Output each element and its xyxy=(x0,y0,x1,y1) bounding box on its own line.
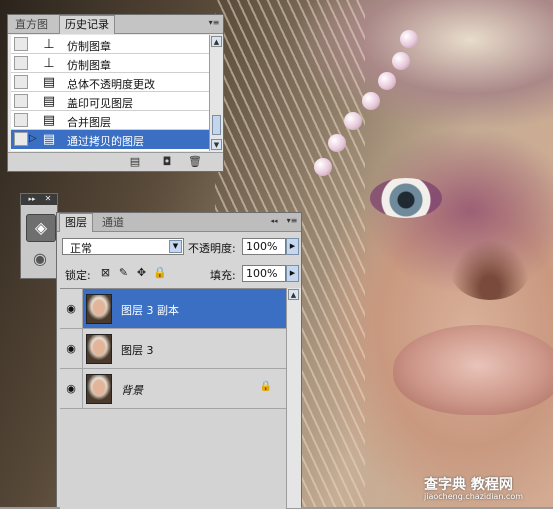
pearl xyxy=(344,112,362,130)
clone-stamp-icon: ⊥ xyxy=(43,56,55,71)
layer-name[interactable]: 图层 3 xyxy=(121,342,154,358)
lock-position-icon[interactable]: ✥ xyxy=(135,266,148,279)
clone-stamp-icon: ⊥ xyxy=(43,37,55,52)
fill-slider-toggle-icon[interactable]: ▶ xyxy=(286,265,299,282)
panel-menu-icon[interactable]: ▾≡ xyxy=(207,17,221,29)
panel-dock-strip: ▸▸ ✕ ◈ ◉ xyxy=(20,193,58,279)
pearl xyxy=(362,92,380,110)
history-item-label: 通过拷贝的图层 xyxy=(67,135,144,148)
history-item[interactable]: ▤ 总体不透明度更改 xyxy=(11,73,209,92)
pearl xyxy=(392,52,410,70)
history-state-marker-icon[interactable]: ▷ xyxy=(29,133,37,144)
scroll-down-icon[interactable]: ▼ xyxy=(211,139,222,150)
pearl xyxy=(314,158,332,176)
history-footer: ▤ ◘ 🗑 xyxy=(8,152,223,171)
fill-label: 填充: xyxy=(210,269,236,282)
scroll-thumb[interactable] xyxy=(212,115,221,135)
history-list: ⊥ 仿制图章 ⊥ 仿制图章 ▤ 总体不透明度更改 ▤ 盖印可见图层 ▤ 合并图层… xyxy=(11,35,209,151)
opacity-label: 不透明度: xyxy=(188,242,236,255)
blend-mode-value: 正常 xyxy=(70,242,92,255)
layers-scrollbar[interactable]: ▲ xyxy=(286,288,301,508)
history-item[interactable]: ⊥ 仿制图章 xyxy=(11,35,209,54)
opacity-input[interactable]: 100% xyxy=(242,238,286,255)
history-state-icon: ▤ xyxy=(42,75,56,90)
close-icon[interactable]: ✕ xyxy=(41,193,55,205)
lock-transparent-icon[interactable]: ⊠ xyxy=(99,266,112,279)
history-state-icon: ▤ xyxy=(42,94,56,109)
blend-mode-select[interactable]: 正常 ▼ xyxy=(62,238,184,255)
scroll-up-icon[interactable]: ▲ xyxy=(211,36,222,47)
history-state-icon: ▤ xyxy=(42,113,56,128)
layer-name[interactable]: 图层 3 副本 xyxy=(121,302,179,318)
layer-row-selected[interactable]: ◉ 图层 3 副本 xyxy=(60,289,286,329)
history-item[interactable]: ⊥ 仿制图章 xyxy=(11,54,209,73)
history-state-icon: ▤ xyxy=(42,132,56,147)
history-panel: 直方图 历史记录 ▾≡ ⊥ 仿制图章 ⊥ 仿制图章 ▤ 总体不透明度更改 ▤ 盖… xyxy=(7,14,224,172)
layers-tabbar: 图层 通道 ◂◂ ▾≡ xyxy=(57,213,301,232)
scroll-up-icon[interactable]: ▲ xyxy=(288,289,299,300)
chevron-down-icon[interactable]: ▼ xyxy=(169,240,182,253)
opacity-slider-toggle-icon[interactable]: ▶ xyxy=(286,238,299,255)
eye-icon[interactable]: ◉ xyxy=(60,369,83,408)
snapshot-source-checkbox[interactable] xyxy=(14,94,28,108)
pearl xyxy=(400,30,418,48)
history-scrollbar[interactable]: ▲ ▼ xyxy=(209,35,223,151)
tab-layers[interactable]: 图层 xyxy=(59,213,93,232)
history-item-label: 合并图层 xyxy=(67,116,111,129)
eye-icon[interactable]: ◉ xyxy=(60,329,83,368)
lock-image-icon[interactable]: ✎ xyxy=(117,266,130,279)
pearl xyxy=(378,72,396,90)
channels-icon[interactable]: ◉ xyxy=(26,246,54,272)
eye-icon[interactable]: ◉ xyxy=(60,289,83,328)
fill-input[interactable]: 100% xyxy=(242,265,286,282)
pearl xyxy=(328,134,346,152)
layers-icon[interactable]: ◈ xyxy=(26,214,56,242)
history-tabbar: 直方图 历史记录 ▾≡ xyxy=(8,15,223,34)
history-item-label: 仿制图章 xyxy=(67,40,111,53)
lock-all-icon[interactable]: 🔒 xyxy=(153,266,167,279)
history-item-label: 盖印可见图层 xyxy=(67,97,133,110)
eye xyxy=(370,178,442,218)
lock-icon: 🔒 xyxy=(259,381,272,392)
watermark-url: jiaocheng.chazidian.com xyxy=(424,492,524,501)
snapshot-source-checkbox[interactable] xyxy=(14,56,28,70)
tab-histogram[interactable]: 直方图 xyxy=(10,16,53,33)
expand-icon[interactable]: ▸▸ xyxy=(25,193,39,205)
history-item[interactable]: ▤ 合并图层 xyxy=(11,111,209,130)
layer-thumbnail xyxy=(86,294,112,324)
tab-history[interactable]: 历史记录 xyxy=(59,15,115,34)
watermark-title: 查字典 教程网 xyxy=(424,477,513,493)
history-item[interactable]: ▤ 盖印可见图层 xyxy=(11,92,209,111)
snapshot-source-checkbox[interactable] xyxy=(14,132,28,146)
tab-channels[interactable]: 通道 xyxy=(97,214,129,231)
nose xyxy=(450,240,530,300)
layer-name[interactable]: 背景 xyxy=(121,382,143,398)
new-snapshot-icon[interactable]: ◘ xyxy=(160,155,174,168)
history-item-label: 仿制图章 xyxy=(67,59,111,72)
snapshot-source-checkbox[interactable] xyxy=(14,75,28,89)
layer-thumbnail xyxy=(86,374,112,404)
panel-menu-icon[interactable]: ▾≡ xyxy=(285,215,299,227)
trash-icon[interactable]: 🗑 xyxy=(188,155,202,168)
snapshot-source-checkbox[interactable] xyxy=(14,37,28,51)
snapshot-source-checkbox[interactable] xyxy=(14,113,28,127)
layers-panel: 图层 通道 ◂◂ ▾≡ 正常 ▼ 不透明度: 100% ▶ 锁定: ⊠ ✎ ✥ … xyxy=(56,212,302,509)
lips xyxy=(393,325,553,415)
watermark: 查字典 教程网 jiaocheng.chazidian.com xyxy=(424,474,550,504)
history-item-selected[interactable]: ▷ ▤ 通过拷贝的图层 xyxy=(11,130,209,149)
layer-row[interactable]: ◉ 图层 3 xyxy=(60,329,286,369)
new-document-icon[interactable]: ▤ xyxy=(128,155,142,168)
lock-label: 锁定: xyxy=(65,269,91,282)
layer-thumbnail xyxy=(86,334,112,364)
layer-row[interactable]: ◉ 背景 🔒 xyxy=(60,369,286,409)
collapse-icon[interactable]: ◂◂ xyxy=(267,215,281,227)
layer-list: ◉ 图层 3 副本 ◉ 图层 3 ◉ 背景 🔒 xyxy=(60,288,286,509)
history-item-label: 总体不透明度更改 xyxy=(67,78,155,91)
dock-titlebar: ▸▸ ✕ xyxy=(21,194,57,205)
